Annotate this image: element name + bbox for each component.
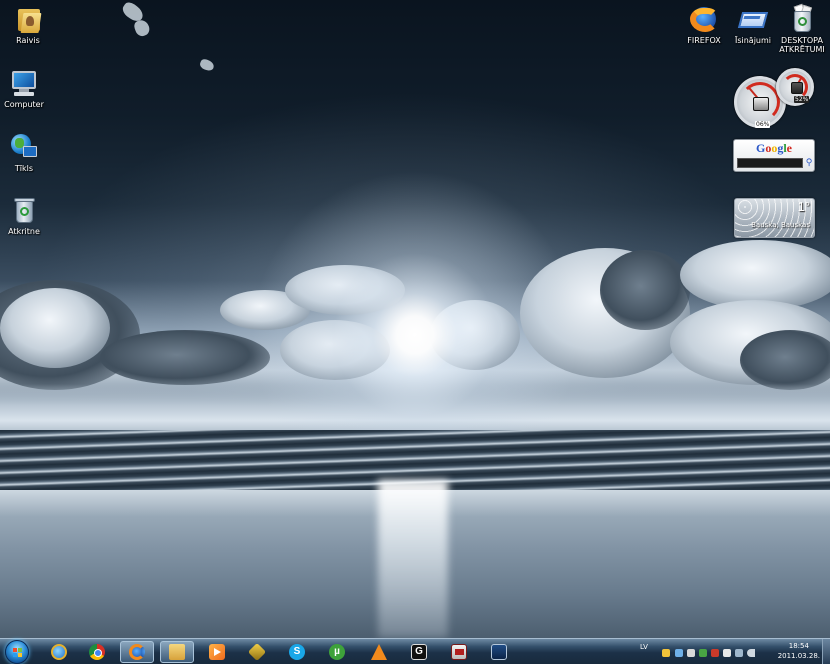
clock-date: 2011.03.28. — [777, 652, 820, 660]
desktop-icon-label: Īsinājumi — [734, 36, 772, 45]
desktop-icon-label: FIREFOX — [687, 36, 721, 45]
computer-icon — [9, 68, 39, 98]
desktop-icon-firefox[interactable]: FIREFOX — [676, 4, 732, 45]
desktop-icon-label: Tīkls — [14, 164, 34, 173]
tray-icon-4[interactable] — [699, 649, 707, 657]
taskbar-chrome[interactable] — [80, 641, 114, 663]
sun-reflection — [378, 480, 448, 638]
tray-icon-3[interactable] — [687, 649, 695, 657]
desktop-icon-recycle-bin[interactable]: Atkritne — [0, 195, 52, 236]
ram-gauge: 52% — [776, 68, 814, 106]
language-indicator[interactable]: LV — [640, 643, 648, 651]
network-status-icon[interactable] — [735, 649, 743, 657]
folder-icon — [169, 644, 185, 660]
utorrent-icon: µ — [329, 644, 345, 660]
tray-icon-2[interactable] — [675, 649, 683, 657]
desktop-icon-label: Atkritne — [8, 227, 40, 236]
firefox-icon — [689, 4, 719, 34]
taskbar-desktop-app[interactable] — [482, 641, 516, 663]
cloud — [100, 330, 270, 385]
desktop-icon-label: Raivis — [16, 36, 40, 45]
windows-logo-icon — [13, 648, 23, 658]
taskbar-internet-explorer[interactable] — [42, 641, 76, 663]
start-button[interactable] — [5, 640, 29, 664]
search-icon[interactable]: ⚲ — [804, 157, 814, 169]
internet-explorer-icon — [51, 644, 67, 660]
google-search-gadget: Google ⚲ — [733, 139, 815, 172]
weather-location: Bauska, Bauskas — [751, 221, 810, 229]
desktop-icon-computer[interactable]: Computer — [0, 68, 52, 109]
taskbar-winamp[interactable] — [240, 641, 274, 663]
skype-icon: S — [289, 644, 305, 660]
taskbar-skype[interactable]: S — [280, 641, 314, 663]
tray-icon-5[interactable] — [711, 649, 719, 657]
desktop-icon-full-recycle-bin[interactable]: DESKTOPA ATKRĒTUMI — [774, 3, 830, 54]
taskbar-vlc[interactable] — [362, 641, 396, 663]
cpu-display — [753, 97, 769, 111]
user-folder-icon — [13, 4, 43, 34]
taskbar-explorer[interactable] — [160, 641, 194, 663]
taskbar-gers[interactable]: G — [402, 641, 436, 663]
cpu-percent: 06% — [755, 121, 771, 128]
taskbar: S µ G LV 18:54 2011.03.28. — [0, 638, 830, 664]
tray-icon-1[interactable] — [662, 649, 670, 657]
taskbar-gadget-app[interactable] — [442, 641, 476, 663]
weather-temperature: 1° — [797, 199, 810, 214]
ram-display — [791, 82, 803, 94]
desktop-icon-network[interactable]: Tīkls — [0, 132, 52, 173]
cloud — [740, 330, 830, 390]
google-search-input[interactable] — [737, 158, 803, 168]
taskbar-utorrent[interactable]: µ — [320, 641, 354, 663]
volume-icon[interactable] — [747, 649, 755, 657]
desktop-wallpaper — [0, 0, 830, 638]
cloud — [0, 288, 110, 368]
desktop-icon-label-line1: DESKTOPA — [781, 36, 823, 45]
winamp-icon — [247, 642, 267, 662]
taskbar-media-player[interactable] — [200, 641, 234, 663]
gadget-app-icon — [451, 644, 467, 660]
chrome-icon — [89, 644, 105, 660]
cloud — [600, 250, 690, 330]
show-desktop-app-icon — [491, 644, 507, 660]
desktop-icon-user-folder[interactable]: Raivis — [0, 4, 56, 45]
desktop-icon-label: Computer — [4, 100, 44, 109]
vlc-icon — [371, 644, 387, 660]
system-tray: LV 18:54 2011.03.28. — [635, 639, 830, 664]
full-recycle-bin-icon — [787, 3, 817, 34]
desktop-icon-shortcuts[interactable]: Īsinājumi — [725, 4, 781, 45]
clock[interactable]: 18:54 2011.03.28. — [778, 641, 820, 661]
recycle-bin-icon — [9, 195, 39, 225]
ram-percent: 52% — [794, 96, 810, 103]
gers-icon: G — [411, 644, 427, 660]
clock-time: 18:54 — [788, 642, 809, 650]
firefox-icon — [129, 644, 145, 660]
media-player-icon — [209, 644, 225, 660]
weather-gadget[interactable]: 1° Bauska, Bauskas — [734, 198, 815, 238]
tray-icon-6[interactable] — [723, 649, 731, 657]
desktop-icon-label-line2: ATKRĒTUMI — [779, 45, 825, 54]
google-logo: Google — [755, 141, 792, 155]
shortcuts-icon — [737, 4, 769, 34]
network-icon — [9, 132, 39, 162]
taskbar-firefox[interactable] — [120, 641, 154, 663]
cpu-meter-gadget[interactable]: 06% 52% — [734, 68, 816, 130]
show-desktop-button[interactable] — [822, 639, 830, 664]
